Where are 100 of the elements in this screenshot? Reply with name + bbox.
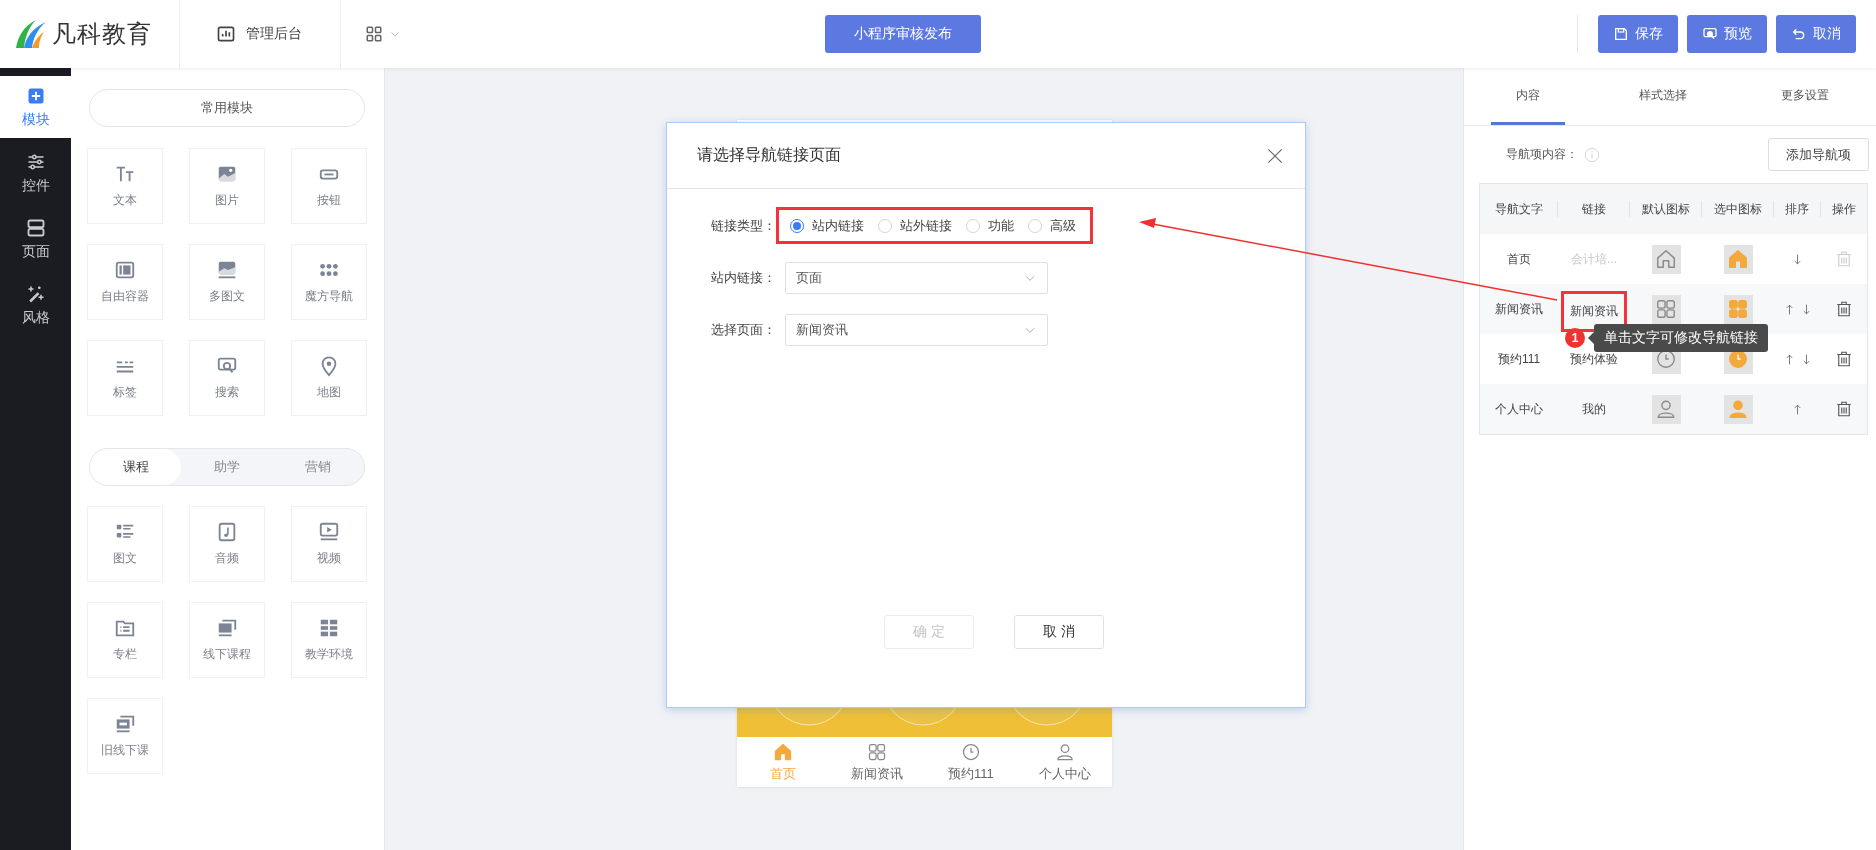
chart-icon	[216, 24, 236, 44]
delete-button[interactable]	[1835, 300, 1853, 318]
field-label: 选择页面：	[711, 320, 777, 339]
column-header: 操作	[1831, 201, 1857, 217]
screens-icon	[216, 617, 238, 639]
table-cell-text: 个人中心	[1494, 400, 1544, 418]
action-button[interactable]: 预览	[1687, 15, 1767, 53]
sidebar-item[interactable]: 风格	[0, 274, 71, 336]
sidebar-item[interactable]: 页面	[0, 208, 71, 270]
tab-bar-item[interactable]: 预约111	[924, 737, 1018, 787]
module-tile[interactable]: 旧线下课	[87, 698, 163, 774]
dialog-title: 请选择导航链接页面	[697, 145, 841, 165]
column-header: 导航文字	[1480, 201, 1558, 217]
trash-icon	[1835, 300, 1853, 318]
panel-tab[interactable]: 更多设置	[1734, 68, 1876, 125]
user-icon	[1727, 398, 1749, 420]
apps-icon	[365, 25, 383, 43]
home-icon	[773, 741, 794, 762]
trash-icon	[1835, 350, 1853, 368]
clock-icon	[960, 741, 981, 762]
category-tab[interactable]: 课程	[90, 449, 182, 485]
grid-icon	[1727, 298, 1749, 320]
link-cell[interactable]: 预约体验	[1568, 350, 1620, 368]
sidebar-item[interactable]: 模块	[0, 76, 71, 138]
arrow-up-icon	[1791, 402, 1804, 416]
panel-tab[interactable]: 样式选择	[1592, 68, 1734, 125]
dialog-button[interactable]: 取 消	[1014, 615, 1104, 649]
module-tile[interactable]: 图文	[87, 506, 163, 582]
default-icon-cell[interactable]	[1651, 394, 1681, 424]
tab-bar-item[interactable]: 个人中心	[1017, 737, 1112, 787]
action-button[interactable]: 保存	[1598, 15, 1678, 53]
trash-icon	[1835, 250, 1853, 268]
module-tile[interactable]: 自由容器	[87, 244, 163, 320]
layout-icon	[25, 217, 46, 238]
delete-button[interactable]	[1835, 350, 1853, 368]
tab-bar-item[interactable]: 新闻资讯	[830, 737, 924, 787]
undo-icon	[1791, 26, 1807, 42]
select-field[interactable]: 新闻资讯	[785, 313, 1048, 346]
home-icon	[1727, 248, 1749, 270]
module-tile[interactable]: 按钮	[291, 148, 367, 224]
field-label: 站内链接：	[711, 268, 777, 287]
module-tile[interactable]: 地图	[291, 340, 367, 416]
radio-option[interactable]: 站内链接	[790, 216, 864, 235]
column-header: 链接	[1558, 201, 1630, 217]
default-icon-cell[interactable]	[1651, 244, 1681, 274]
user-icon	[1655, 398, 1677, 420]
radio-option[interactable]: 高级	[1028, 216, 1076, 235]
selected-icon-cell[interactable]	[1723, 394, 1753, 424]
arrow-down-icon	[1791, 252, 1804, 266]
radio-option[interactable]: 站外链接	[878, 216, 952, 235]
module-tile[interactable]: 文本	[87, 148, 163, 224]
music-note-icon	[216, 521, 238, 543]
add-nav-button[interactable]: 添加导航项	[1768, 138, 1869, 171]
panel-tab[interactable]: 内容	[1491, 68, 1565, 125]
module-tile[interactable]: 标签	[87, 340, 163, 416]
column-header: 默认图标	[1630, 201, 1702, 217]
section-label: 导航项内容：	[1506, 146, 1578, 163]
grid-icon	[867, 741, 888, 762]
section-header[interactable]: 常用模块	[89, 89, 365, 127]
action-button[interactable]: 取消	[1776, 15, 1856, 53]
logo-icon	[14, 18, 48, 50]
publish-button[interactable]: 小程序审核发布	[825, 15, 981, 53]
column-header: 选中图标	[1702, 201, 1774, 217]
module-tile[interactable]: 多图文	[189, 244, 265, 320]
module-tile[interactable]: 音频	[189, 506, 265, 582]
screens-icon	[114, 713, 136, 735]
trash-icon	[1835, 400, 1853, 418]
home-icon	[1655, 248, 1677, 270]
logo-text: 凡科教育	[52, 19, 152, 49]
module-tile[interactable]: 教学环境	[291, 602, 367, 678]
table-cell-text: 新闻资讯	[1494, 300, 1544, 318]
module-tile[interactable]: 搜索	[189, 340, 265, 416]
module-tile[interactable]: 线下课程	[189, 602, 265, 678]
tiles-icon	[318, 617, 340, 639]
select-field[interactable]: 页面	[785, 261, 1048, 294]
field-label: 链接类型：	[711, 216, 777, 235]
link-cell[interactable]: 我的	[1580, 400, 1608, 418]
delete-button[interactable]	[1835, 400, 1853, 418]
table-cell-text: 预约111	[1496, 350, 1542, 368]
image-list-icon	[216, 259, 238, 281]
module-tile[interactable]: 专栏	[87, 602, 163, 678]
module-tile[interactable]: 视频	[291, 506, 367, 582]
radio-option[interactable]: 功能	[966, 216, 1014, 235]
default-icon-cell[interactable]	[1651, 294, 1681, 324]
selected-icon-cell[interactable]	[1723, 244, 1753, 274]
info-icon	[1584, 146, 1600, 163]
save-icon	[1613, 26, 1629, 42]
table-cell-text: 首页	[1506, 250, 1532, 268]
module-tile[interactable]: 魔方导航	[291, 244, 367, 320]
category-tab[interactable]: 助学	[181, 449, 273, 485]
column-header: 排序	[1774, 201, 1821, 217]
grid-icon	[1655, 298, 1677, 320]
user-icon	[1054, 741, 1075, 762]
selected-icon-cell[interactable]	[1723, 294, 1753, 324]
category-tab[interactable]: 营销	[272, 449, 364, 485]
sidebar-item[interactable]: 控件	[0, 142, 71, 204]
search-icon	[1702, 26, 1718, 42]
module-tile[interactable]: 图片	[189, 148, 265, 224]
container-icon	[114, 259, 136, 281]
video-icon	[318, 521, 340, 543]
